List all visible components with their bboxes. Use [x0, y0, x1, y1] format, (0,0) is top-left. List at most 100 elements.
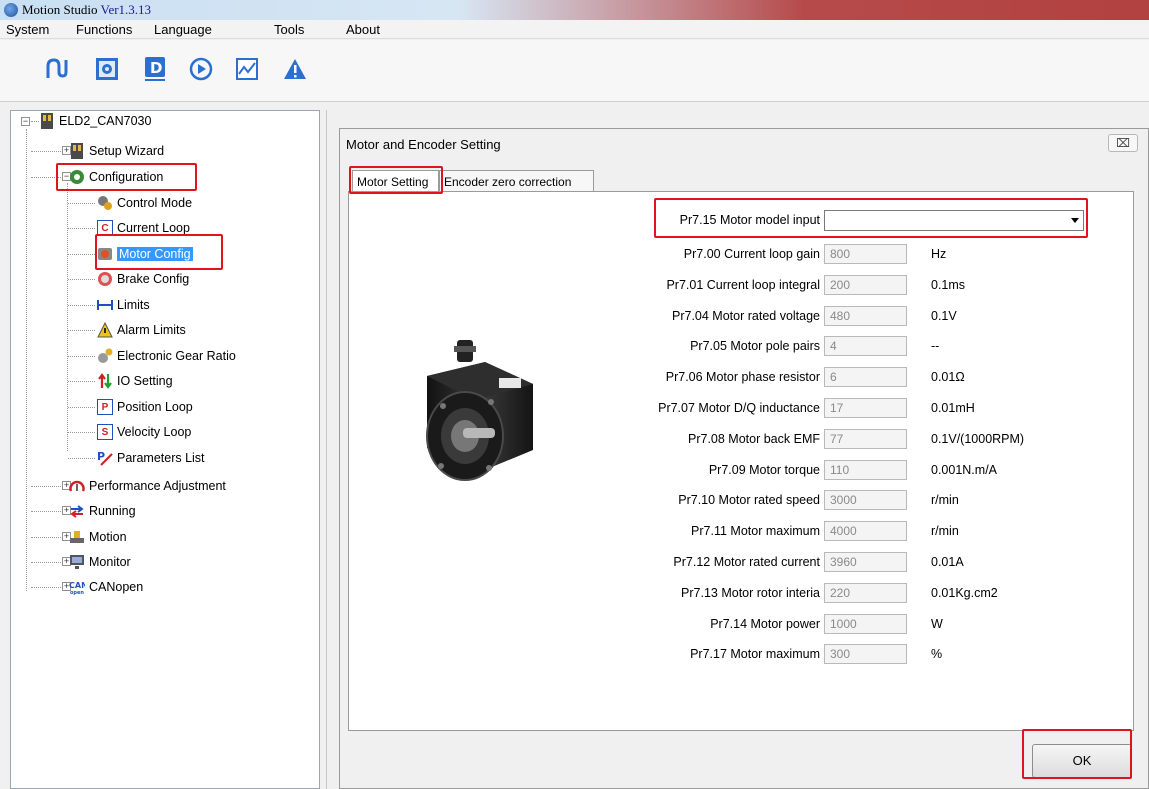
- param-unit: %: [931, 647, 943, 661]
- param-label: Pr7.08 Motor back EMF: [688, 432, 820, 446]
- tree-guide: [31, 151, 61, 152]
- param-unit: Hz: [931, 247, 947, 261]
- loop-arrows-icon: [69, 503, 85, 519]
- param-value-field[interactable]: 3000: [824, 490, 907, 510]
- tree-item-performance-adjustment[interactable]: Performance Adjustment: [69, 476, 226, 496]
- menu-system[interactable]: System: [6, 22, 49, 37]
- tree-item-monitor[interactable]: Monitor: [69, 552, 131, 572]
- menu-about[interactable]: About: [346, 22, 380, 37]
- tree-guide: [31, 121, 39, 122]
- dialog-title: Motor and Encoder Setting: [346, 137, 501, 152]
- param-value-field[interactable]: 800: [824, 244, 907, 264]
- tree-guide: [68, 407, 95, 408]
- tree-guide: [68, 254, 95, 255]
- param-label: Pr7.11 Motor maximum: [691, 524, 820, 538]
- drive-icon: [69, 143, 85, 159]
- tree-guide: [68, 458, 95, 459]
- tree-guide: [68, 305, 95, 306]
- tree-item-control-mode[interactable]: Control Mode: [97, 193, 192, 213]
- servo-motor-image: [421, 340, 545, 490]
- tree-guide: [26, 129, 27, 591]
- tree-item-brake-config[interactable]: Brake Config: [97, 269, 189, 289]
- menu-functions[interactable]: Functions: [76, 22, 132, 37]
- limits-icon: [97, 297, 113, 313]
- param-label: Pr7.04 Motor rated voltage: [672, 309, 820, 323]
- navigation-tree: − ELD2_CAN7030 + Setup Wizard − Configur…: [10, 110, 320, 789]
- tree-item-io-setting[interactable]: IO Setting: [97, 371, 173, 391]
- tree-root[interactable]: ELD2_CAN7030: [39, 111, 151, 131]
- brake-icon: [97, 271, 113, 287]
- param-value-field[interactable]: 6: [824, 367, 907, 387]
- param-label: Pr7.17 Motor maximum: [690, 647, 820, 661]
- tree-item-electronic-gear-ratio[interactable]: Electronic Gear Ratio: [97, 346, 236, 366]
- alarm-icon[interactable]: [282, 56, 308, 82]
- gauge-icon: [69, 478, 85, 494]
- param-unit: 0.1V: [931, 309, 957, 323]
- expand-toggle[interactable]: −: [21, 117, 30, 126]
- highlight-configuration: [56, 163, 197, 191]
- gear-ratio-icon: [97, 348, 113, 364]
- param-label: Pr7.01 Current loop integral: [666, 278, 820, 292]
- highlight-motor-config: [95, 234, 223, 270]
- param-label: Pr7.07 Motor D/Q inductance: [658, 401, 820, 415]
- param-value-field[interactable]: 480: [824, 306, 907, 326]
- param-unit: W: [931, 617, 943, 631]
- param-label: Pr7.13 Motor rotor interia: [681, 586, 820, 600]
- warning-icon: [97, 322, 113, 338]
- tree-item-position-loop[interactable]: P Position Loop: [97, 397, 193, 417]
- param-value-field[interactable]: 1000: [824, 614, 907, 634]
- param-value-field[interactable]: 300: [824, 644, 907, 664]
- motion-icon: [69, 529, 85, 545]
- tree-item-parameters-list[interactable]: P Parameters List: [97, 448, 205, 468]
- tree-item-setup-wizard[interactable]: Setup Wizard: [69, 141, 164, 161]
- param-value-field[interactable]: 220: [824, 583, 907, 603]
- monitor-icon: [69, 554, 85, 570]
- param-unit: 0.01Ω: [931, 370, 965, 384]
- param-value-field[interactable]: 17: [824, 398, 907, 418]
- param-value-field[interactable]: 4000: [824, 521, 907, 541]
- param-label: Pr7.14 Motor power: [710, 617, 820, 631]
- tree-item-alarm-limits[interactable]: Alarm Limits: [97, 320, 186, 340]
- tree-item-running[interactable]: Running: [69, 501, 136, 521]
- param-value-field[interactable]: 200: [824, 275, 907, 295]
- tree-guide: [31, 511, 61, 512]
- drive-icon: [39, 113, 55, 129]
- io-arrows-icon: [97, 373, 113, 389]
- tree-guide: [31, 537, 61, 538]
- param-unit: 0.1V/(1000RPM): [931, 432, 1025, 446]
- tree-guide: [68, 228, 95, 229]
- title-bar: Motion Studio Ver1.3.13: [0, 0, 1149, 20]
- scope-icon[interactable]: [234, 56, 260, 82]
- param-value-field[interactable]: 110: [824, 460, 907, 480]
- menu-language[interactable]: Language: [154, 22, 212, 37]
- velocity-loop-icon: S: [97, 424, 113, 440]
- param-label: Pr7.05 Motor pole pairs: [690, 339, 820, 353]
- tree-item-canopen[interactable]: CAN open CANopen: [69, 577, 143, 597]
- param-unit: 0.01Kg.cm2: [931, 586, 998, 600]
- menu-tools[interactable]: Tools: [274, 22, 304, 37]
- settings-icon[interactable]: [94, 56, 120, 82]
- tree-item-motion[interactable]: Motion: [69, 527, 127, 547]
- param-unit: 0.01A: [931, 555, 964, 569]
- motor-setting-panel: Pr7.15 Motor model input Pr7.00 Current …: [348, 191, 1134, 731]
- toolbar: D: [0, 40, 1149, 102]
- run-icon[interactable]: [188, 56, 214, 82]
- svg-text:D: D: [150, 59, 162, 77]
- param-value-field[interactable]: 3960: [824, 552, 907, 572]
- connect-icon[interactable]: [44, 56, 70, 82]
- tree-guide: [68, 330, 95, 331]
- close-icon[interactable]: ⌧: [1108, 134, 1138, 152]
- param-label: Pr7.09 Motor torque: [708, 463, 820, 477]
- highlight-motor-model: [654, 198, 1088, 238]
- param-value-field[interactable]: 77: [824, 429, 907, 449]
- tab-encoder-zero-correction[interactable]: Encoder zero correction: [439, 170, 594, 192]
- tree-guide: [31, 486, 61, 487]
- menu-bar: System Functions Language Tools About: [0, 20, 1149, 39]
- position-loop-icon: P: [97, 399, 113, 415]
- tree-item-velocity-loop[interactable]: S Velocity Loop: [97, 422, 191, 442]
- parameter-icon[interactable]: D: [142, 56, 168, 82]
- svg-text:open: open: [70, 590, 84, 595]
- tree-item-limits[interactable]: Limits: [97, 295, 150, 315]
- param-value-field[interactable]: 4: [824, 336, 907, 356]
- tree-guide: [68, 203, 95, 204]
